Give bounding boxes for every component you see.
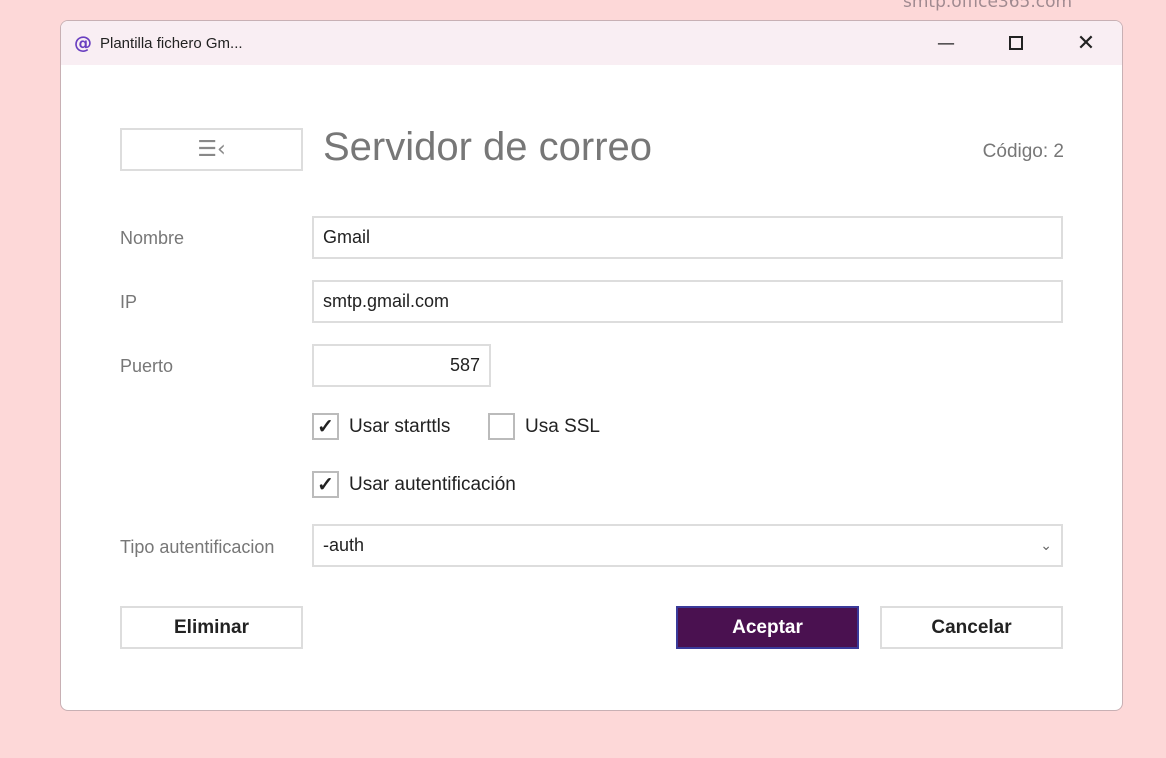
puerto-input[interactable]: 587	[312, 344, 491, 387]
auth-label: Usar autentificación	[349, 473, 516, 495]
background-text: smtp.office365.com	[903, 0, 1073, 12]
accept-button[interactable]: Aceptar	[676, 606, 859, 649]
tipo-label: Tipo autentificacion	[120, 537, 275, 557]
dialog-window: @ Plantilla fichero Gm... — ✕ ☰‹ Servido…	[60, 20, 1123, 711]
nombre-input[interactable]: Gmail	[312, 216, 1063, 259]
check-icon: ✓	[312, 413, 339, 440]
collapse-menu-icon: ☰‹	[197, 137, 226, 162]
tipo-select[interactable]: -auth ⌄	[312, 524, 1063, 567]
ssl-label: Usa SSL	[525, 415, 600, 437]
close-button[interactable]: ✕	[1056, 21, 1116, 65]
starttls-checkbox[interactable]: ✓ Usar starttls	[312, 413, 450, 440]
code-label: Código: 2	[982, 141, 1064, 162]
puerto-label: Puerto	[120, 356, 174, 376]
tipo-value: -auth	[323, 535, 365, 555]
title-bar: @ Plantilla fichero Gm... — ✕	[61, 21, 1122, 65]
collapse-menu-button[interactable]: ☰‹	[120, 128, 303, 171]
delete-button[interactable]: Eliminar	[120, 606, 303, 649]
minimize-button[interactable]: —	[916, 21, 976, 65]
check-icon: ✓	[312, 471, 339, 498]
nombre-label: Nombre	[120, 228, 185, 248]
page-title: Servidor de correo	[323, 125, 653, 169]
window-title: Plantilla fichero Gm...	[100, 34, 243, 52]
ssl-checkbox[interactable]: Usa SSL	[488, 413, 600, 440]
ip-input[interactable]: smtp.gmail.com	[312, 280, 1063, 323]
auth-checkbox[interactable]: ✓ Usar autentificación	[312, 471, 516, 498]
maximize-icon	[1009, 36, 1023, 50]
checkbox-empty-icon	[488, 413, 515, 440]
starttls-label: Usar starttls	[349, 415, 451, 437]
chevron-down-icon: ⌄	[1040, 537, 1052, 553]
ip-label: IP	[120, 292, 138, 312]
at-icon: @	[74, 32, 92, 54]
cancel-button[interactable]: Cancelar	[880, 606, 1063, 649]
maximize-button[interactable]	[986, 21, 1046, 65]
